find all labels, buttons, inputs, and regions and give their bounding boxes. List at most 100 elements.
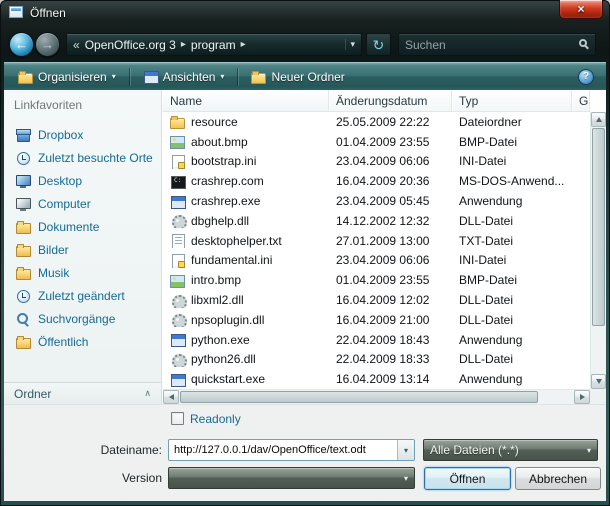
file-name: libxml2.dll: [191, 293, 244, 307]
music-folder-icon: [15, 265, 31, 281]
readonly-label[interactable]: Readonly: [190, 412, 241, 426]
vertical-scrollbar[interactable]: [590, 112, 606, 389]
column-header-date[interactable]: Änderungsdatum: [329, 90, 452, 111]
breadcrumb-separator-icon[interactable]: ▸: [181, 39, 186, 50]
table-row[interactable]: intro.bmp 01.04.2009 23:55 BMP-Datei: [163, 270, 590, 290]
table-row[interactable]: python26.dll 22.04.2009 18:33 DLL-Datei: [163, 350, 590, 370]
pictures-folder-icon: [15, 242, 31, 258]
table-row[interactable]: desktophelper.txt 27.01.2009 13:00 TXT-D…: [163, 231, 590, 251]
organize-button[interactable]: Organisieren ▾: [10, 65, 124, 88]
scroll-left-button[interactable]: [163, 390, 179, 404]
filename-combobox: ▾: [168, 439, 415, 461]
column-header-type[interactable]: Typ: [452, 90, 572, 111]
favorites-header: Linkfavoriten: [14, 98, 82, 112]
application-icon: [170, 372, 185, 387]
sidebar-item-recent-places[interactable]: Zuletzt besuchte Orte: [4, 146, 161, 169]
msdos-app-icon: [170, 174, 185, 189]
open-button[interactable]: Öffnen: [424, 467, 511, 490]
public-folder-icon: [15, 334, 31, 350]
file-name: about.bmp: [191, 135, 248, 149]
breadcrumb-history-caret-icon[interactable]: ▾: [345, 39, 355, 50]
file-type: DLL-Datei: [452, 293, 572, 307]
file-date: 16.04.2009 12:02: [329, 293, 452, 307]
readonly-checkbox[interactable]: [171, 412, 184, 425]
ini-file-icon: [170, 154, 185, 169]
caret-down-icon: ▾: [220, 72, 224, 81]
back-button[interactable]: ←: [9, 32, 34, 57]
refresh-button[interactable]: ↻: [366, 33, 391, 56]
breadcrumb-overflow-chevron[interactable]: «: [73, 38, 80, 52]
titlebar: Öffnen ×: [0, 0, 610, 27]
horizontal-scrollbar[interactable]: [163, 389, 590, 404]
filetype-dropdown[interactable]: Alle Dateien (*.*) ▾: [423, 439, 598, 461]
file-name: fundamental.ini: [191, 253, 272, 267]
table-row[interactable]: resource 25.05.2009 22:22 Dateiordner: [163, 112, 590, 132]
desktop-icon: [15, 173, 31, 189]
sidebar-item-computer[interactable]: Computer: [4, 192, 161, 215]
folders-expander[interactable]: Ordner ∧: [4, 382, 161, 404]
column-header-size[interactable]: G: [572, 90, 590, 111]
sidebar-item-dropbox[interactable]: Dropbox: [4, 123, 161, 146]
help-button[interactable]: ?: [578, 69, 594, 85]
table-row[interactable]: dbghelp.dll 14.12.2002 12:32 DLL-Datei: [163, 211, 590, 231]
column-header-name[interactable]: Name: [163, 90, 329, 111]
sidebar-item-documents[interactable]: Dokumente: [4, 215, 161, 238]
file-type: BMP-Datei: [452, 135, 572, 149]
table-row[interactable]: crashrep.exe 23.04.2009 05:45 Anwendung: [163, 191, 590, 211]
scroll-up-button[interactable]: [591, 112, 606, 127]
sidebar-item-label: Dropbox: [38, 128, 83, 142]
scroll-right-button[interactable]: [574, 390, 590, 404]
cancel-button[interactable]: Abbrechen: [515, 467, 601, 490]
table-row[interactable]: python.exe 22.04.2009 18:43 Anwendung: [163, 330, 590, 350]
breadcrumb-separator-icon[interactable]: ▸: [241, 39, 246, 50]
file-date: 01.04.2009 23:55: [329, 135, 452, 149]
sidebar-item-public[interactable]: Öffentlich: [4, 330, 161, 353]
new-folder-button[interactable]: Neuer Ordner: [243, 65, 352, 88]
sidebar-item-label: Musik: [38, 266, 69, 280]
favorites-list: Dropbox Zuletzt besuchte Orte Desktop Co…: [4, 123, 161, 353]
sidebar-item-recently-changed[interactable]: Zuletzt geändert: [4, 284, 161, 307]
scroll-down-button[interactable]: [591, 374, 606, 389]
table-row[interactable]: crashrep.com 16.04.2009 20:36 MS-DOS-Anw…: [163, 171, 590, 191]
file-date: 23.04.2009 05:45: [329, 194, 452, 208]
dropbox-icon: [15, 127, 31, 143]
filename-dropdown-button[interactable]: ▾: [397, 440, 414, 460]
close-button[interactable]: ×: [559, 0, 603, 19]
filename-input[interactable]: [170, 441, 396, 459]
image-file-icon: [170, 134, 185, 149]
file-date: 16.04.2009 13:14: [329, 372, 452, 386]
table-row[interactable]: fundamental.ini 23.04.2009 06:06 INI-Dat…: [163, 251, 590, 271]
table-row[interactable]: libxml2.dll 16.04.2009 12:02 DLL-Datei: [163, 290, 590, 310]
version-dropdown[interactable]: ▾: [168, 467, 415, 489]
refresh-icon: ↻: [373, 38, 385, 52]
triangle-up-icon: [596, 117, 602, 122]
file-date: 16.04.2009 20:36: [329, 174, 452, 188]
file-type: INI-Datei: [452, 253, 572, 267]
breadcrumb-segment-program[interactable]: program: [189, 38, 238, 52]
table-row[interactable]: quickstart.exe 16.04.2009 13:14 Anwendun…: [163, 369, 590, 389]
sidebar-item-pictures[interactable]: Bilder: [4, 238, 161, 261]
recently-changed-icon: [15, 288, 31, 304]
table-row[interactable]: bootstrap.ini 23.04.2009 06:06 INI-Datei: [163, 152, 590, 172]
caret-down-icon: ▾: [404, 446, 408, 455]
views-button[interactable]: Ansichten ▾: [135, 65, 233, 88]
navigation-bar: ← → « OpenOffice.org 3 ▸ program ▸ ▾ ↻: [0, 27, 610, 62]
search-input[interactable]: [401, 36, 569, 53]
file-name: dbghelp.dll: [191, 214, 249, 228]
forward-button[interactable]: →: [35, 32, 60, 57]
sidebar-item-label: Zuletzt geändert: [38, 289, 125, 303]
sidebar-item-label: Zuletzt besuchte Orte: [38, 151, 153, 165]
sidebar-item-music[interactable]: Musik: [4, 261, 161, 284]
breadcrumb-segment-openoffice[interactable]: OpenOffice.org 3: [83, 38, 178, 52]
sidebar-item-searches[interactable]: Suchvorgänge: [4, 307, 161, 330]
file-date: 22.04.2009 18:33: [329, 352, 452, 366]
filetype-value: Alle Dateien (*.*): [430, 443, 582, 457]
table-row[interactable]: npsoplugin.dll 16.04.2009 21:00 DLL-Date…: [163, 310, 590, 330]
vertical-scrollbar-thumb[interactable]: [592, 128, 605, 326]
horizontal-scrollbar-thumb[interactable]: [180, 391, 538, 403]
organize-icon: [18, 69, 33, 84]
sidebar-item-desktop[interactable]: Desktop: [4, 169, 161, 192]
dll-file-icon: [170, 293, 185, 308]
scrollbar-corner: [590, 389, 606, 404]
table-row[interactable]: about.bmp 01.04.2009 23:55 BMP-Datei: [163, 132, 590, 152]
